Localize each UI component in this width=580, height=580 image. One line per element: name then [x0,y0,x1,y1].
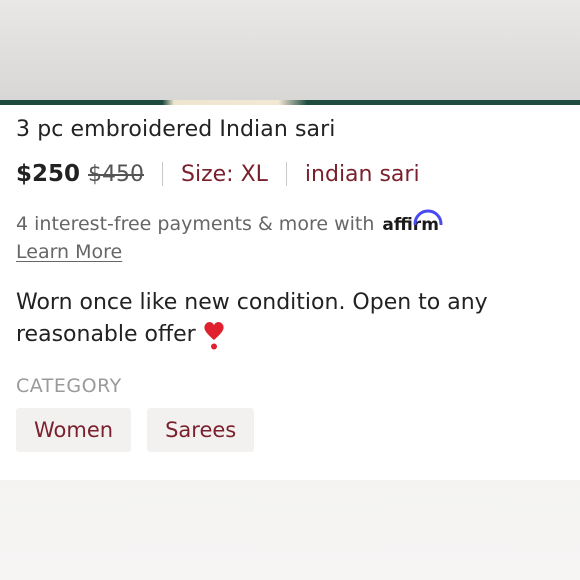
brand-link[interactable]: indian sari [305,162,420,187]
bottom-fade [0,480,580,580]
category-heading: CATEGORY [16,375,122,397]
affirm-arc-icon [413,209,443,225]
category-chips: Women Sarees [16,408,270,452]
category-chip-sarees[interactable]: Sarees [147,408,255,452]
financing-text: 4 interest-free payments & more with [16,213,375,235]
divider [285,162,287,186]
divider [162,162,164,186]
heart-exclamation-icon [204,322,224,350]
size-link[interactable]: Size: XL [181,162,268,187]
original-price: $450 [88,161,145,187]
category-chip-women[interactable]: Women [16,408,132,452]
learn-more-link[interactable]: Learn More [16,241,122,263]
description-text: Worn once like new condition. Open to an… [16,290,488,347]
listing-photo[interactable] [0,0,580,100]
listing-description: Worn once like new condition. Open to an… [16,287,556,351]
current-price: $250 [16,161,81,187]
price-row: $250 $450 Size: XL indian sari [16,158,420,190]
listing-title: 3 pc embroidered Indian sari [16,117,336,142]
financing-row: 4 interest-free payments & more with aff… [16,209,443,235]
affirm-logo: affirm [382,209,443,235]
